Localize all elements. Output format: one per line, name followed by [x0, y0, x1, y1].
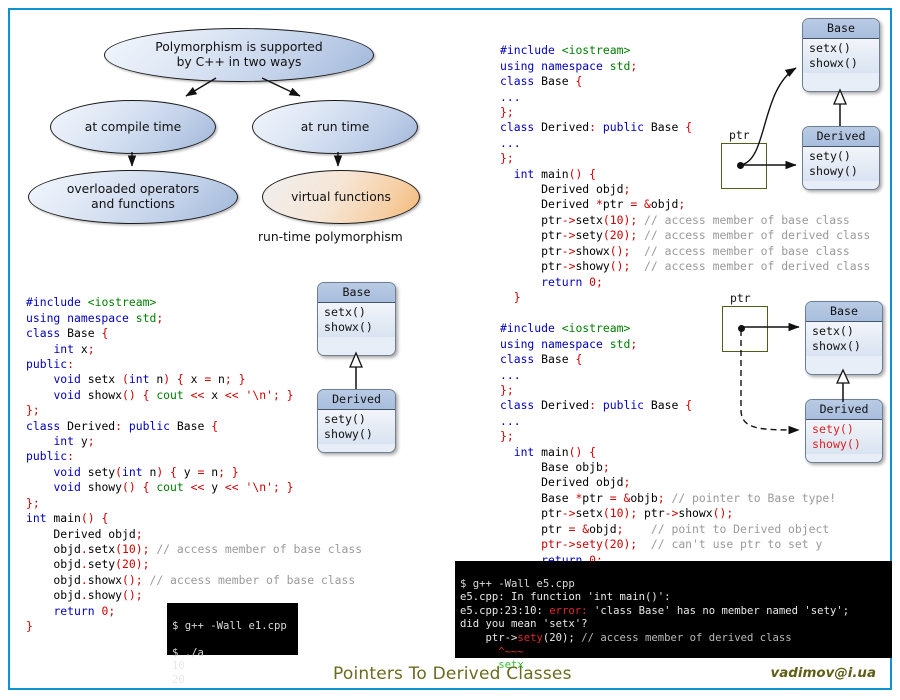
- ptr-arrows-topright: [700, 10, 900, 210]
- terminal-right-line5-a: ptr->: [460, 632, 517, 644]
- terminal-left: $ g++ -Wall e1.cpp $ ./a 10 20: [167, 603, 298, 655]
- flowchart-arrows: [0, 0, 460, 260]
- terminal-left-out1: 10: [172, 660, 185, 672]
- uml-base-box-left: Base setx() showx(): [317, 282, 396, 356]
- terminal-right-error-label: error:: [549, 605, 587, 617]
- code-block-left: #include <iostream> using namespace std;…: [26, 280, 362, 634]
- terminal-left-cmd: $ g++ -Wall e1.cpp: [172, 620, 287, 632]
- terminal-left-run: $ ./a: [172, 647, 204, 659]
- terminal-right-line5-sety: sety: [517, 632, 543, 644]
- terminal-right-line3-loc: e5.cpp:23:10:: [460, 605, 549, 617]
- uml-derived-members: sety() showy(): [318, 410, 395, 444]
- terminal-right-line5-b: (20);: [543, 632, 581, 644]
- author-email: vadimov@i.ua: [771, 666, 876, 681]
- terminal-right-line2: e5.cpp: In function 'int main()':: [460, 591, 670, 603]
- terminal-right-line1: $ g++ -Wall e5.cpp: [460, 578, 575, 590]
- ptr-arrows-midright: [700, 290, 900, 480]
- page-title: Pointers To Derived Classes: [333, 664, 572, 684]
- uml-derived-box-left: Derived sety() showy(): [317, 389, 396, 453]
- terminal-right: $ g++ -Wall e5.cpp e5.cpp: In function '…: [455, 561, 892, 658]
- terminal-left-out2: 20: [172, 674, 185, 686]
- uml-base-members: setx() showx(): [318, 303, 395, 337]
- terminal-right-line3-msg: 'class Base' has no member named 'sety';: [588, 605, 850, 617]
- terminal-right-line5-comment: // access member of derived class: [581, 632, 791, 644]
- terminal-right-line4: did you mean 'setx'?: [460, 618, 588, 630]
- uml-inheritance-arrow-left: [317, 350, 397, 394]
- uml-base-title: Base: [318, 283, 395, 303]
- terminal-right-caret: ^~~~: [460, 646, 524, 658]
